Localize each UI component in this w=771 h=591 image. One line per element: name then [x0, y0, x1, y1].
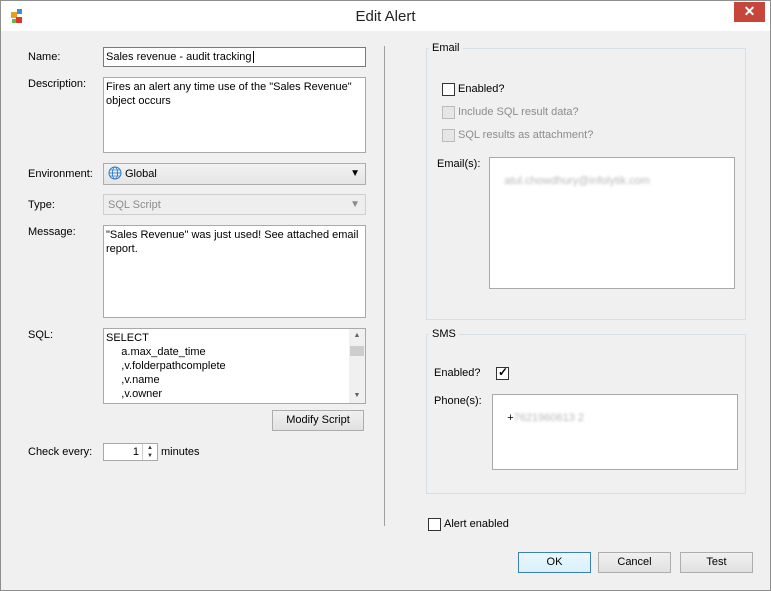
ok-button[interactable]: OK [518, 552, 591, 573]
stepper-buttons: ▲ ▼ [142, 444, 157, 460]
sql-attachment-label: SQL results as attachment? [458, 129, 594, 141]
environment-label: Environment: [28, 168, 93, 180]
check-every-stepper[interactable]: 1 ▲ ▼ [103, 443, 158, 461]
environment-select[interactable]: Global ▼ [103, 163, 366, 185]
description-textarea[interactable]: Fires an alert any time use of the "Sale… [103, 77, 366, 153]
emails-value: atul.chowdhury@infolytik.com [504, 175, 650, 187]
sql-line: a.max_date_time [106, 346, 206, 358]
check-every-label: Check every: [28, 446, 93, 458]
sms-group-title: SMS [429, 328, 459, 340]
sql-label: SQL: [28, 329, 54, 341]
check-every-value: 1 [132, 446, 139, 458]
message-label: Message: [28, 226, 76, 238]
phone-value: 7621960613 2 [513, 412, 585, 424]
type-label: Type: [28, 199, 55, 211]
scroll-thumb[interactable] [350, 346, 364, 356]
emails-textarea[interactable]: atul.chowdhury@infolytik.com [489, 157, 735, 289]
sms-enabled-checkbox[interactable]: ✓ [496, 365, 509, 380]
include-sql-label: Include SQL result data? [458, 106, 579, 118]
email-enabled-label: Enabled? [458, 83, 505, 95]
window-title: Edit Alert [355, 8, 416, 25]
name-label: Name: [28, 51, 61, 63]
scroll-down-icon[interactable]: ▼ [349, 389, 365, 403]
sql-line: ,v.folderpathcomplete [106, 360, 226, 372]
sms-enabled-label: Enabled? [434, 367, 481, 379]
description-label: Description: [28, 78, 87, 90]
cancel-button[interactable]: Cancel [598, 552, 671, 573]
phone-prefix: + [507, 412, 514, 424]
stepper-up-icon[interactable]: ▲ [143, 444, 157, 452]
chevron-down-icon: ▼ [350, 199, 360, 210]
minutes-label: minutes [161, 446, 200, 458]
stepper-down-icon[interactable]: ▼ [143, 452, 157, 460]
sql-line: ,v.name [106, 374, 160, 386]
type-select[interactable]: SQL Script ▼ [103, 194, 366, 215]
modify-script-button[interactable]: Modify Script [272, 410, 364, 431]
close-icon: ✕ [743, 3, 756, 19]
alert-enabled-label: Alert enabled [444, 518, 509, 530]
type-value: SQL Script [108, 199, 161, 211]
sql-attachment-checkbox[interactable] [442, 129, 455, 142]
title-bar: Edit Alert ✕ [1, 1, 770, 31]
name-input-value: Sales revenue - audit tracking [106, 51, 252, 63]
sql-line: SELECT [106, 332, 149, 344]
close-button[interactable]: ✕ [734, 2, 765, 22]
column-divider [384, 46, 385, 526]
phones-label: Phone(s): [434, 395, 482, 407]
sql-textarea[interactable]: SELECT a.max_date_time ,v.folderpathcomp… [103, 328, 366, 404]
test-button[interactable]: Test [680, 552, 753, 573]
edit-alert-dialog: Edit Alert ✕ Name: Sales revenue - audit… [0, 0, 771, 591]
chevron-down-icon: ▼ [350, 168, 360, 179]
alert-enabled-checkbox[interactable] [428, 518, 441, 531]
include-sql-checkbox[interactable] [442, 106, 455, 119]
globe-icon [108, 166, 122, 180]
environment-value: Global [125, 168, 157, 180]
message-textarea[interactable]: "Sales Revenue" was just used! See attac… [103, 225, 366, 318]
name-input[interactable]: Sales revenue - audit tracking [103, 47, 366, 67]
email-group-title: Email [429, 42, 463, 54]
sql-scrollbar[interactable]: ▲ ▼ [349, 329, 365, 403]
sql-line: ,v.owner [106, 388, 163, 400]
scroll-up-icon[interactable]: ▲ [349, 329, 365, 343]
checkmark-icon: ✓ [498, 365, 509, 379]
emails-label: Email(s): [437, 158, 481, 170]
phones-textarea[interactable]: +7621960613 2 [492, 394, 738, 470]
email-enabled-checkbox[interactable] [442, 83, 455, 96]
